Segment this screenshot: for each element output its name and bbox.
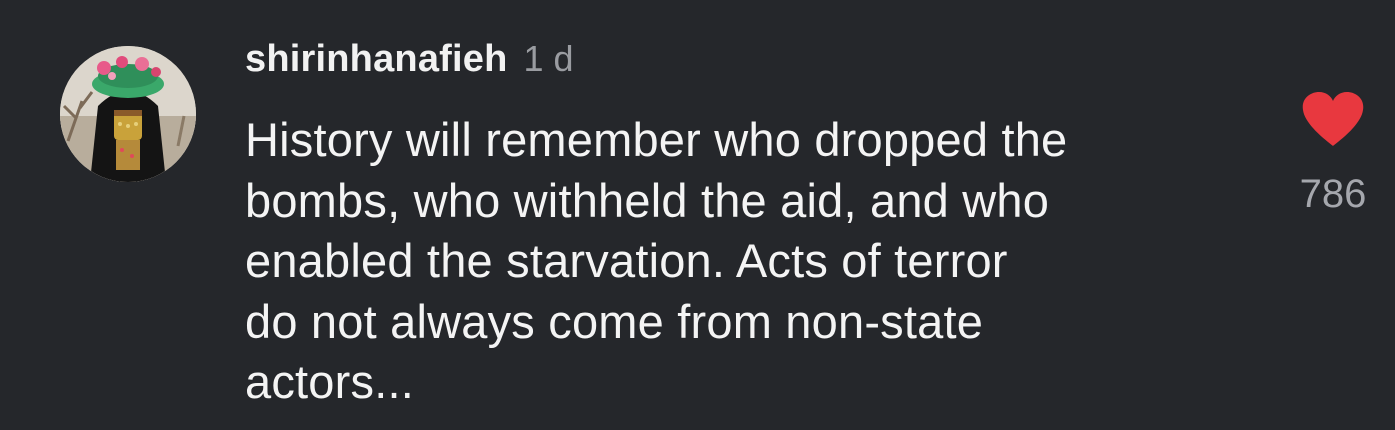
- comment-item: shirinhanafieh 1 d History will remember…: [0, 0, 1395, 430]
- comment-text-line: do not always come from non-state: [245, 294, 984, 348]
- username[interactable]: shirinhanafieh: [245, 38, 508, 81]
- comment-text-line: History will remember who dropped the: [245, 113, 1068, 166]
- comment-text-line: enabled the starvation. Acts of terror: [245, 234, 1008, 287]
- avatar-image: [60, 46, 196, 182]
- comment-header: shirinhanafieh 1 d: [245, 38, 574, 88]
- comment-text-line: bombs, who withheld the aid, and who: [245, 173, 1050, 227]
- comment-text-line: actors...: [245, 355, 414, 408]
- heart-filled-icon: [1302, 92, 1364, 146]
- comment-text: History will remember who dropped the bo…: [245, 110, 1255, 413]
- like-count: 786: [1299, 172, 1367, 216]
- avatar[interactable]: [60, 46, 196, 182]
- timestamp: 1 d: [523, 38, 574, 79]
- like-button[interactable]: [1293, 92, 1373, 152]
